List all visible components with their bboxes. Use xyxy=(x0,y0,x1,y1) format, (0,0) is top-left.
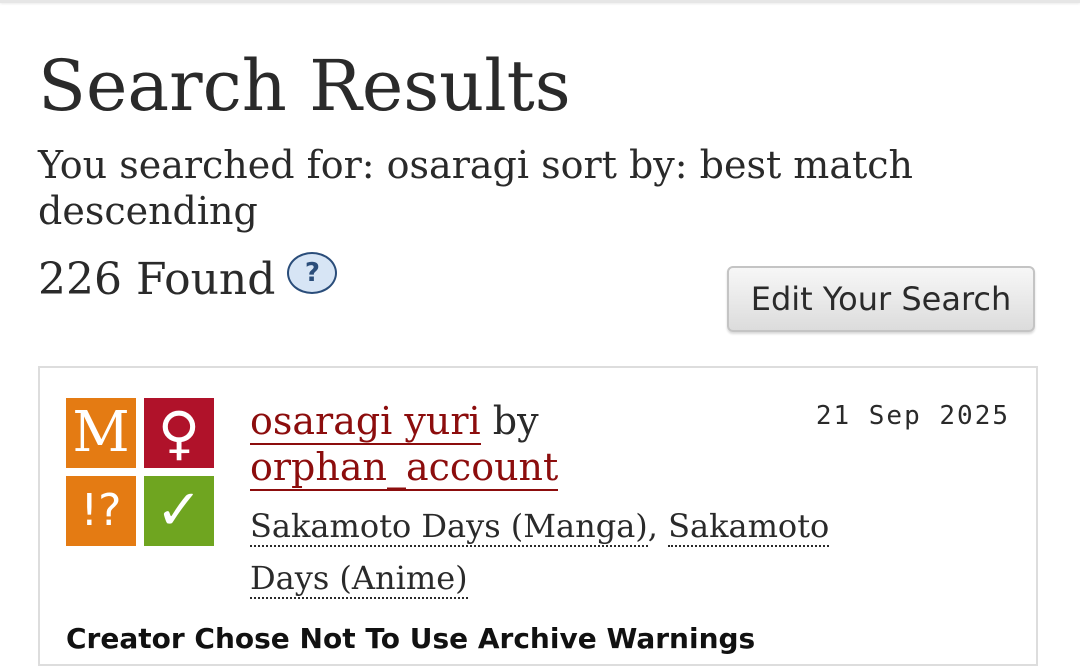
category-ff-icon[interactable]: ♀ xyxy=(144,398,214,468)
warning-icon-glyph: !? xyxy=(80,485,122,536)
complete-work-icon[interactable]: ✓ xyxy=(144,476,214,546)
required-tags-icons: M ♀ !? ✓ xyxy=(66,398,216,548)
work-blurb: M ♀ !? ✓ osaragi yuri by orphan_account … xyxy=(38,366,1038,666)
found-count: 226 Found xyxy=(38,254,276,305)
complete-icon-glyph: ✓ xyxy=(155,478,203,543)
fandom-separator: , xyxy=(647,507,658,545)
rating-mature-icon[interactable]: M xyxy=(66,398,136,468)
edit-search-button[interactable]: Edit Your Search xyxy=(727,266,1035,332)
author-link[interactable]: orphan_account xyxy=(250,445,559,491)
found-row: 226 Found ? xyxy=(38,252,338,308)
search-summary: You searched for: osaragi sort by: best … xyxy=(38,143,914,233)
help-icon[interactable]: ? xyxy=(287,252,338,294)
fandom-tag[interactable]: Sakamoto Days (Manga) xyxy=(250,507,648,547)
work-title-link[interactable]: osaragi yuri xyxy=(250,399,481,445)
fandom-tags: Sakamoto Days (Manga), Sakamoto Days (An… xyxy=(250,500,850,604)
category-icon-glyph: ♀ xyxy=(157,399,201,467)
by-label: by xyxy=(492,399,539,443)
top-bar xyxy=(0,0,1080,3)
work-date: 21 Sep 2025 xyxy=(815,401,1010,431)
warnings-unspecified-icon[interactable]: !? xyxy=(66,476,136,546)
archive-warning-tag[interactable]: Creator Chose Not To Use Archive Warning… xyxy=(66,622,755,656)
work-heading: osaragi yuri by orphan_account xyxy=(250,398,810,491)
page-title: Search Results xyxy=(38,45,571,127)
rating-icon-glyph: M xyxy=(72,400,130,465)
